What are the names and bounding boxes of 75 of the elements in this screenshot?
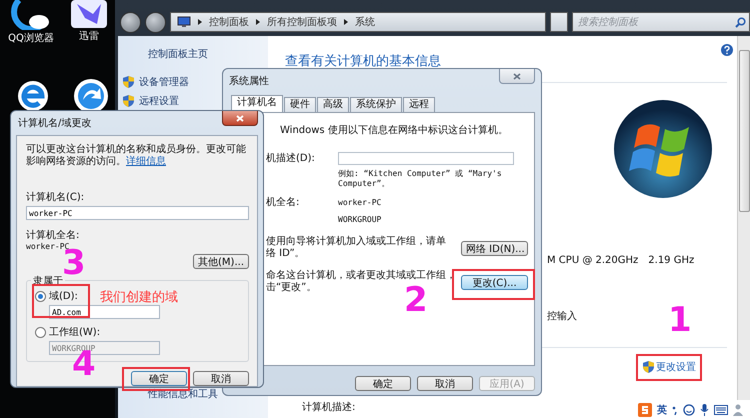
shield-icon [123, 95, 134, 107]
close-icon [513, 72, 521, 80]
more-button[interactable]: 其他(M)... [193, 254, 249, 269]
dialog-button[interactable]: 确定 [355, 376, 411, 391]
change-settings-link[interactable]: 更改设置 [656, 360, 696, 374]
change-button[interactable]: 更改(C)... [461, 274, 528, 290]
back-button[interactable] [120, 12, 141, 32]
intro-text: 可以更改这台计算机的名称和成员身份。更改可能影响网络资源的访问。详细信息 [26, 144, 247, 168]
desktop-icon-label: QQ浏览器 [8, 32, 54, 45]
chevron-icon [344, 19, 348, 25]
network-id-text: 使用向导将计算机加入域或工作组，请单 络 ID”。 [266, 236, 446, 260]
tab[interactable]: 高级 [317, 97, 349, 112]
field-label: 机全名: [266, 196, 300, 209]
radio-label: 域(D): [49, 290, 78, 303]
annotation-box [636, 354, 702, 381]
processor-text: M CPU @ 2.20GHz [547, 255, 638, 266]
search-icon [735, 17, 746, 28]
keyboard-icon[interactable] [714, 405, 728, 415]
smiley-icon[interactable] [683, 404, 695, 416]
breadcrumb-item[interactable]: 控制面板 [209, 15, 249, 29]
close-button[interactable] [222, 111, 258, 126]
details-link[interactable]: 详细信息 [126, 156, 166, 167]
full-name-value: worker-PC [338, 198, 382, 206]
scrollbar[interactable] [737, 36, 750, 400]
tab[interactable]: 计算机名 [231, 95, 283, 112]
chevron-icon [256, 19, 260, 25]
sidebar-link[interactable]: 设备管理器 [139, 75, 189, 89]
help-icon[interactable] [721, 44, 733, 56]
chevron-icon [198, 19, 202, 25]
close-icon [236, 114, 244, 122]
dialog-button[interactable]: 确定 [131, 371, 187, 386]
monitor-icon [177, 16, 191, 28]
annotation-note: 我们创建的域 [100, 289, 178, 306]
description-label: 计算机描述: [302, 400, 356, 414]
field-label: 计算机名(C): [26, 190, 86, 204]
intro-text: Windows 使用以下信息在网络中标识这台计算机。 [280, 124, 509, 137]
sidebar-link[interactable]: 远程设置 [139, 94, 179, 108]
page-heading: 查看有关计算机的基本信息 [285, 53, 441, 70]
annotation-box [32, 284, 90, 318]
dialog-title: 系统属性 [229, 74, 269, 88]
tab[interactable]: 远程 [403, 97, 435, 112]
computer-name-field[interactable]: worker-PC [26, 206, 249, 220]
desktop-icon-label: 迅雷 [79, 30, 99, 43]
language-indicator[interactable]: 英 [657, 403, 667, 417]
processor-speed: 2.19 GHz [648, 255, 694, 266]
annotation-number: 1 [668, 303, 692, 337]
tab[interactable]: 硬件 [284, 97, 316, 112]
forward-button[interactable] [145, 12, 166, 32]
microphone-icon[interactable] [700, 404, 709, 416]
bird-icon[interactable] [71, 0, 107, 28]
field-label: 计算机全名: [26, 228, 80, 242]
address-bar[interactable]: 控制面板 所有控制面板项 系统 [170, 12, 546, 32]
workgroup-value: WORKGROUP [338, 215, 382, 224]
cloud-browser-icon[interactable] [11, 0, 51, 30]
dialog-button[interactable]: 取消 [417, 376, 473, 391]
network-id-button[interactable]: 网络 ID(N)... [461, 240, 528, 256]
radio-button[interactable] [35, 290, 46, 302]
description-field[interactable] [338, 152, 514, 164]
dialog-title: 计算机名/域更改 [18, 116, 92, 130]
text-field[interactable]: AD.com [49, 305, 160, 319]
shield-icon [123, 76, 134, 88]
tab[interactable]: 系统保护 [350, 97, 402, 112]
breadcrumb-item[interactable]: 所有控制面板项 [267, 15, 337, 29]
s-logo-icon[interactable] [638, 403, 652, 417]
breadcrumb-item[interactable]: 系统 [355, 15, 375, 29]
sidebar-link[interactable]: 控制面板主页 [148, 47, 208, 61]
field-label: 机描述(D): [266, 152, 316, 165]
pen-touch-text: 控输入 [547, 310, 577, 323]
radio-label: 工作组(W): [49, 326, 100, 339]
refresh-button[interactable] [550, 12, 568, 32]
search-field[interactable]: 搜索控制面板 [572, 12, 750, 32]
example-text: 例如: “Kitchen Computer” 或 “Mary's Computer”。 [338, 169, 503, 189]
punctuation-icon[interactable] [672, 405, 678, 415]
shield-icon [643, 361, 654, 373]
dialog-button[interactable]: 取消 [193, 371, 249, 386]
